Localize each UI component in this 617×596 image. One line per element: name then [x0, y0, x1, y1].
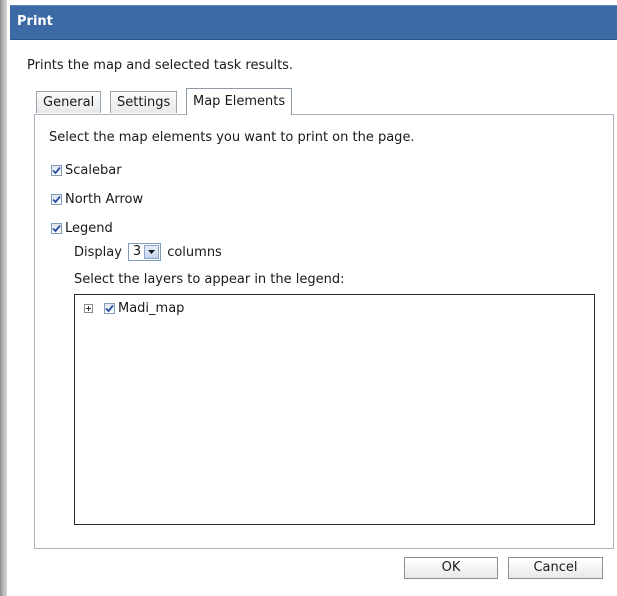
checkmark-icon — [52, 195, 61, 204]
cancel-button[interactable]: Cancel — [508, 557, 603, 579]
columns-select-value: 3 — [132, 244, 142, 259]
legend-label: Legend — [65, 221, 113, 236]
chevron-down-icon[interactable] — [144, 245, 160, 259]
tab-map-elements[interactable]: Map Elements — [186, 88, 293, 115]
layers-label: Select the layers to appear in the legen… — [74, 272, 345, 287]
display-suffix: columns — [167, 244, 222, 260]
plus-icon[interactable] — [84, 304, 93, 313]
window-edge — [0, 0, 7, 596]
ok-button[interactable]: OK — [404, 557, 498, 579]
tab-general[interactable]: General — [36, 91, 102, 113]
panel-instruction: Select the map elements you want to prin… — [49, 130, 415, 145]
scalebar-checkbox[interactable] — [51, 165, 62, 176]
layer-checkbox[interactable] — [104, 303, 115, 314]
dialog-title: Print — [17, 14, 53, 29]
checkmark-icon — [105, 304, 114, 313]
checkmark-icon — [52, 166, 61, 175]
display-columns-row: Display 3 columns — [74, 243, 222, 261]
display-prefix: Display — [74, 244, 122, 260]
dialog-titlebar[interactable]: Print — [10, 5, 617, 40]
layer-tree-item[interactable]: Madi_map — [84, 301, 184, 316]
north-arrow-label: North Arrow — [65, 192, 144, 207]
legend-option[interactable]: Legend — [51, 221, 113, 236]
legend-layers-list[interactable]: Madi_map — [74, 294, 595, 525]
legend-checkbox[interactable] — [51, 223, 62, 234]
map-elements-panel: Select the map elements you want to prin… — [34, 114, 614, 549]
dialog-description: Prints the map and selected task results… — [27, 58, 294, 73]
scalebar-option[interactable]: Scalebar — [51, 163, 122, 178]
north-arrow-checkbox[interactable] — [51, 194, 62, 205]
tab-settings[interactable]: Settings — [110, 91, 178, 113]
layer-label: Madi_map — [118, 301, 185, 316]
columns-select[interactable]: 3 — [127, 243, 162, 261]
scalebar-label: Scalebar — [65, 163, 122, 178]
checkmark-icon — [52, 224, 61, 233]
north-arrow-option[interactable]: North Arrow — [51, 192, 143, 207]
print-dialog: Print Prints the map and selected task r… — [7, 0, 617, 596]
